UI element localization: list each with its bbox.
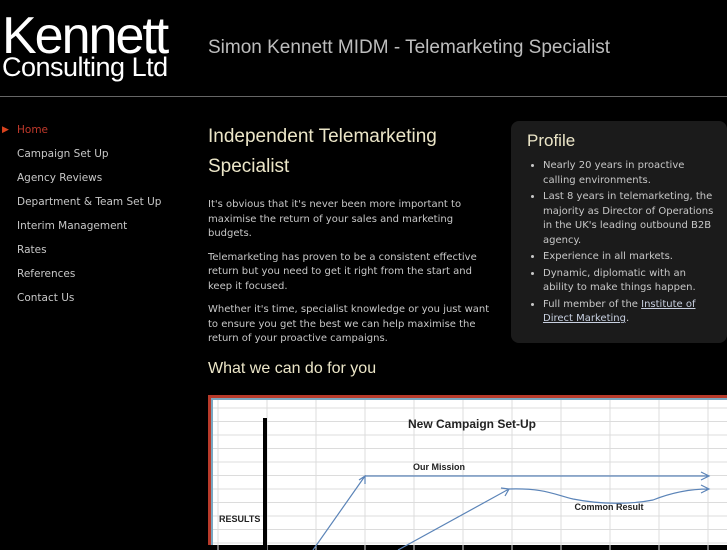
nav-label: Agency Reviews bbox=[17, 172, 103, 184]
intro-paragraph: Telemarketing has proven to be a consist… bbox=[208, 251, 477, 292]
nav-label: References bbox=[17, 268, 76, 280]
common-result-line bbox=[508, 484, 711, 504]
common-rise-arrow bbox=[397, 487, 510, 550]
profile-item: Experience in all markets. bbox=[543, 250, 715, 265]
mission-label: Our Mission bbox=[413, 462, 465, 472]
sidebar-nav: ▶ Home Campaign Set Up Agency Reviews Dep… bbox=[0, 124, 161, 316]
logo-line2: Consulting Ltd bbox=[2, 52, 168, 82]
intro-paragraph: Whether it's time, specialist knowledge … bbox=[208, 304, 490, 344]
profile-item-text: Full member of the bbox=[543, 298, 642, 310]
profile-panel: Profile Nearly 20 years in proactive cal… bbox=[511, 121, 727, 343]
mission-arrow bbox=[365, 471, 711, 481]
section-heading: What we can do for you bbox=[208, 360, 377, 377]
y-axis-label: RESULTS bbox=[219, 514, 260, 524]
nav-label: Campaign Set Up bbox=[17, 148, 109, 160]
header-divider bbox=[0, 96, 727, 97]
page-title: Independent Telemarketing Specialist bbox=[208, 126, 437, 177]
nav-item-home[interactable]: ▶ Home bbox=[0, 124, 161, 148]
chart-title: New Campaign Set-Up bbox=[408, 417, 536, 431]
nav-label: Interim Management bbox=[17, 220, 128, 232]
logo[interactable]: Kennett Consulting Ltd bbox=[2, 10, 169, 82]
nav-label: Home bbox=[17, 124, 49, 136]
chart-graphic: New Campaign Set-Up Our Mission Common R… bbox=[213, 400, 727, 550]
nav-item-contact-us[interactable]: Contact Us bbox=[0, 292, 161, 316]
profile-item-text: . bbox=[625, 313, 630, 324]
profile-item: Last 8 years in telemarketing, the major… bbox=[543, 190, 715, 248]
main-content: Independent Telemarketing Specialist It'… bbox=[208, 122, 493, 347]
nav-item-agency-reviews[interactable]: Agency Reviews bbox=[0, 172, 161, 196]
profile-title: Profile bbox=[527, 131, 576, 150]
nav-item-department-team[interactable]: Department & Team Set Up bbox=[0, 196, 161, 220]
nav-label: Rates bbox=[17, 244, 47, 256]
header-tagline: Simon Kennett MIDM - Telemarketing Speci… bbox=[208, 37, 610, 58]
profile-item: Full member of the Institute of Direct M… bbox=[543, 298, 715, 327]
nav-item-references[interactable]: References bbox=[0, 268, 161, 292]
nav-label: Department & Team Set Up bbox=[17, 196, 162, 208]
nav-item-rates[interactable]: Rates bbox=[0, 244, 161, 268]
triangle-right-icon: ▶ bbox=[2, 125, 9, 135]
y-axis-bar bbox=[263, 418, 267, 550]
profile-item: Nearly 20 years in proactive calling env… bbox=[543, 159, 715, 188]
nav-item-interim-management[interactable]: Interim Management bbox=[0, 220, 161, 244]
nav-item-campaign-set-up[interactable]: Campaign Set Up bbox=[0, 148, 161, 172]
mission-rise-arrow bbox=[312, 474, 366, 550]
intro-paragraph: It's obvious that it's never been more i… bbox=[208, 199, 462, 239]
nav-label: Contact Us bbox=[17, 292, 75, 304]
campaign-chart-image: New Campaign Set-Up Our Mission Common R… bbox=[208, 395, 727, 550]
profile-item: Dynamic, diplomatic with an ability to m… bbox=[543, 267, 715, 296]
